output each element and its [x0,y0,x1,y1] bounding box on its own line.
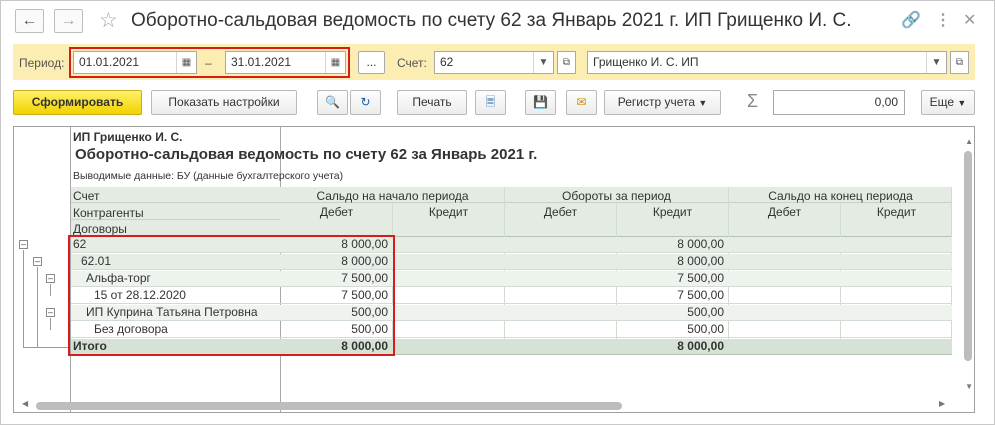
row-turn-credit: 7 500,00 [677,271,724,285]
header-counterparties: Контрагенты [73,206,144,220]
header-contracts: Договоры [73,222,127,236]
header-opening: Сальдо на начало периода [316,189,469,203]
tree-line [23,347,70,348]
chevron-down-icon[interactable]: ▼ [533,52,553,73]
period-highlight [69,47,350,78]
account-label: Счет: [397,56,427,70]
open-window-icon[interactable]: ⧉ [950,51,969,74]
preview-button[interactable]: 🗏 [475,90,506,115]
header-account: Счет [73,189,100,203]
print-button[interactable]: Печать [397,90,467,115]
report-sheet[interactable]: ИП Грищенко И. С. Оборотно-сальдовая вед… [13,126,975,413]
save-button[interactable]: 💾 [525,90,556,115]
row-turn-credit: 8 000,00 [677,254,724,268]
preview-icon: 🗏 [485,95,496,109]
header-debit: Дебет [767,205,802,219]
period-select-button[interactable]: ... [358,51,385,74]
more-label: Еще [929,95,955,109]
scroll-left-icon[interactable]: ◀ [22,399,28,408]
back-button[interactable]: ← [15,9,44,33]
chevron-down-icon[interactable]: ▼ [926,52,946,73]
report-data-shown: Выводимые данные: БУ (данные бухгалтерск… [73,170,344,182]
header-credit: Кредит [428,205,469,219]
collapse-icon[interactable]: – [46,274,55,283]
scroll-down-icon[interactable]: ▼ [965,382,973,391]
more-button[interactable]: Еще ▼ [921,90,975,115]
registry-label: Регистр учета [617,95,696,109]
arrow-right-icon: → [60,12,77,29]
search-icon: 🔍 [325,95,340,109]
scroll-right-icon[interactable]: ▶ [939,399,945,408]
account-value: 62 [440,55,454,69]
report-window: ← → ☆ Оборотно-сальдовая ведомость по сч… [0,0,995,425]
window-title: Оборотно-сальдовая ведомость по счету 62… [131,10,852,31]
header-turnover: Обороты за период [562,189,671,203]
report-title: Оборотно-сальдовая ведомость по счету 62… [75,146,538,163]
collapse-icon[interactable]: – [19,240,28,249]
header-closing: Сальдо на конец периода [768,189,913,203]
star-icon[interactable]: ☆ [99,8,118,33]
rows-highlight [68,235,395,356]
sum-field: 0,00 [773,90,905,115]
row-turn-credit: 500,00 [687,322,724,336]
mail-icon: ✉ [576,95,587,109]
row-turn-credit: 8 000,00 [677,339,724,353]
save-icon: 💾 [533,95,548,109]
vertical-scrollbar[interactable] [964,151,972,361]
collapse-icon[interactable]: – [33,257,42,266]
row-turn-credit: 8 000,00 [677,237,724,251]
open-window-icon[interactable]: ⧉ [557,51,576,74]
account-field[interactable]: 62 ▼ [434,51,554,74]
chevron-down-icon: ▼ [698,98,708,108]
close-icon[interactable]: ✕ [963,10,976,30]
arrow-left-icon: ← [21,12,38,29]
header-debit: Дебет [543,205,578,219]
tree-line [37,267,38,347]
forward-button[interactable]: → [54,9,83,33]
header-credit: Кредит [652,205,693,219]
link-icon[interactable]: 🔗 [901,10,921,30]
generate-button[interactable]: Сформировать [13,90,142,115]
show-settings-button[interactable]: Показать настройки [151,90,297,115]
chevron-down-icon: ▼ [957,98,967,108]
search-button[interactable]: 🔍 [317,90,348,115]
report-org: ИП Грищенко И. С. [73,130,183,144]
tree-line [50,284,51,296]
organization-field[interactable]: Грищенко И. С. ИП ▼ [587,51,947,74]
tree-line [50,318,51,330]
header-debit: Дебет [319,205,354,219]
search-next-icon: ↻ [360,95,371,109]
header-credit: Кредит [876,205,917,219]
sigma-icon: Σ [747,91,759,111]
more-vert-icon[interactable]: ⋮ [935,10,951,30]
horizontal-scrollbar[interactable] [36,402,622,410]
row-turn-credit: 500,00 [687,305,724,319]
collapse-icon[interactable]: – [46,308,55,317]
scroll-up-icon[interactable]: ▲ [965,137,973,146]
registry-button[interactable]: Регистр учета ▼ [604,90,721,115]
organization-value: Грищенко И. С. ИП [593,55,699,69]
row-turn-credit: 7 500,00 [677,288,724,302]
period-label: Период: [19,56,65,70]
tree-line [23,250,24,348]
mail-button[interactable]: ✉ [566,90,597,115]
search-next-button[interactable]: ↻ [350,90,381,115]
